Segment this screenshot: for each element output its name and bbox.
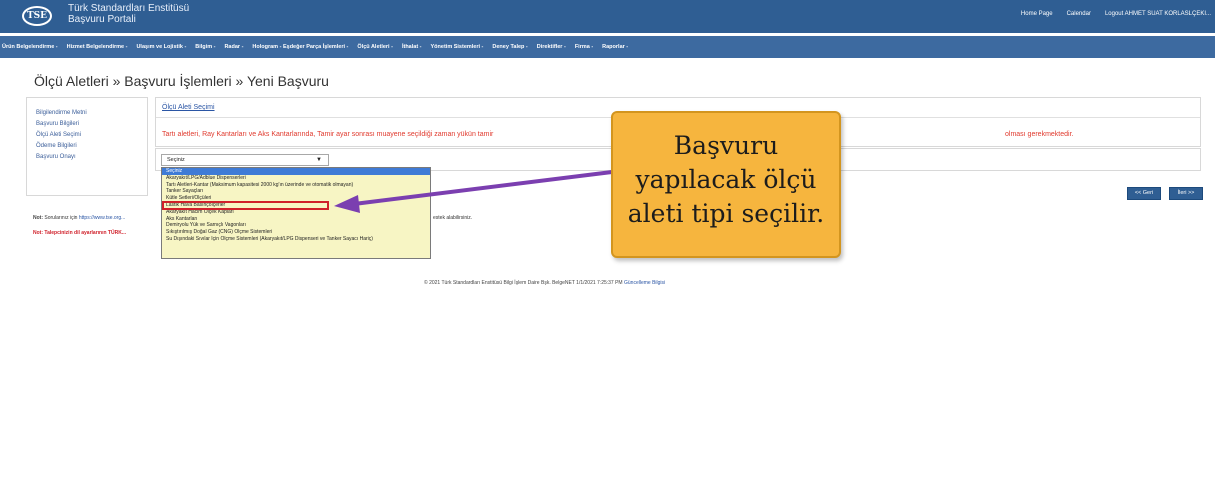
highlight-box xyxy=(162,201,329,210)
dropdown-option[interactable]: Akaryakıt/LPG/Adblue Dispenserleri xyxy=(162,175,430,182)
nav-item-yonetim-sistemleri[interactable]: Yönetim Sistemleri - xyxy=(431,44,484,50)
nav-item-urun-belgelendirme[interactable]: Ürün Belgelendirme - xyxy=(2,44,58,50)
step-olcu-aleti-secimi[interactable]: Ölçü Aleti Seçimi xyxy=(36,132,147,138)
footer: © 2021 Türk Standardları Enstitüsü Bilgi… xyxy=(424,280,665,286)
note-contact: Not: Sorularınız için https://www.tse.or… xyxy=(33,215,125,221)
next-button[interactable]: İleri >> xyxy=(1169,187,1203,200)
dropdown-option[interactable]: Demiryolu Yük ve Sarnıçlı Vagonları xyxy=(162,222,430,229)
nav-item-direktifler[interactable]: Direktifler - xyxy=(537,44,566,50)
nav-item-bilgim[interactable]: Bilgim - xyxy=(195,44,215,50)
note-link[interactable]: https://www.tse.org... xyxy=(79,215,125,221)
top-links: Home Page Calendar Logout AHMET SUAT KOR… xyxy=(1021,11,1211,17)
step-basvuru-bilgileri[interactable]: Başvuru Bilgileri xyxy=(36,121,147,127)
callout-line: aleti tipi seçilir. xyxy=(627,199,825,228)
home-page-link[interactable]: Home Page xyxy=(1021,11,1053,17)
top-header: TSE Türk Standardları Enstitüsü Başvuru … xyxy=(0,0,1215,33)
brand-title: Türk Standardları Enstitüsü xyxy=(68,3,190,14)
nav-item-raporlar[interactable]: Raporlar - xyxy=(602,44,628,50)
calendar-link[interactable]: Calendar xyxy=(1067,11,1091,17)
warning-text-end: olması gerekmektedir. xyxy=(1005,131,1074,138)
brand-subtitle: Başvuru Portali xyxy=(68,14,136,25)
panel-title: Ölçü Aleti Seçimi xyxy=(162,104,215,111)
nav-item-olcu-aletleri[interactable]: Ölçü Aletleri - xyxy=(357,44,393,50)
breadcrumb: Ölçü Aletleri » Başvuru İşlemleri » Yeni… xyxy=(34,73,329,89)
callout-line: yapılacak ölçü xyxy=(635,165,817,194)
nav-item-hologram[interactable]: Hologram - Eşdeğer Parça İşlemleri - xyxy=(252,44,348,50)
warning-text: Tartı aletleri, Ray Kantarları ve Aks Ka… xyxy=(162,131,494,138)
dropdown-option[interactable]: Tartı Aletleri-Kantar (Maksimum kapasite… xyxy=(162,182,430,189)
step-odeme-bilgileri[interactable]: Ödeme Bilgileri xyxy=(36,143,147,149)
step-bilgilendirme[interactable]: Bilgilendirme Metni xyxy=(36,110,147,116)
note-language: Not: Talepcinizin dil ayarlarının TÜRK..… xyxy=(33,230,126,236)
note-label: Not: xyxy=(33,215,43,221)
nav-item-ithalat[interactable]: İthalat - xyxy=(402,44,422,50)
step-basvuru-onayi[interactable]: Başvuru Onayı xyxy=(36,154,147,160)
nav-item-radar[interactable]: Radar - xyxy=(224,44,243,50)
dropdown-option[interactable]: Seçiniz xyxy=(162,168,430,175)
nav-item-hizmet-belgelendirme[interactable]: Hizmet Belgelendirme - xyxy=(67,44,128,50)
dropdown-option[interactable]: Sıkıştırılmış Doğal Gaz (CNG) Ölçme Sist… xyxy=(162,229,430,236)
back-button[interactable]: << Geri xyxy=(1127,187,1161,200)
footer-text: © 2021 Türk Standardları Enstitüsü Bilgi… xyxy=(424,280,623,286)
logout-link[interactable]: Logout AHMET SUAT KORLASLÇEKI... xyxy=(1105,11,1211,17)
step-menu: Bilgilendirme Metni Başvuru Bilgileri Öl… xyxy=(26,97,148,196)
main-nav: Ürün Belgelendirme - Hizmet Belgelendirm… xyxy=(0,36,1215,58)
instrument-type-select[interactable]: Seçiniz ▼ xyxy=(161,154,329,166)
annotation-callout: Başvuru yapılacak ölçü aleti tipi seçili… xyxy=(611,111,841,258)
tse-logo[interactable]: TSE xyxy=(22,6,52,26)
instrument-type-dropdown: Seçiniz Akaryakıt/LPG/Adblue Dispenserle… xyxy=(161,167,431,259)
dropdown-option[interactable]: Aks Kantarları xyxy=(162,216,430,223)
update-info-link[interactable]: Güncelleme Bilgisi xyxy=(624,280,665,286)
nav-item-firma[interactable]: Firma - xyxy=(575,44,593,50)
nav-item-ulasim-lojistik[interactable]: Ulaşım ve Lojistik - xyxy=(136,44,186,50)
callout-line: Başvuru xyxy=(673,131,779,160)
nav-item-deney-talep[interactable]: Deney Talep - xyxy=(492,44,527,50)
chevron-down-icon: ▼ xyxy=(316,157,322,163)
dropdown-option[interactable]: Su Dışındaki Sıvılar İçin Ölçme Sistemle… xyxy=(162,236,430,243)
dropdown-option[interactable]: Tanker Sayaçları xyxy=(162,188,430,195)
select-value: Seçiniz xyxy=(167,157,185,163)
note-contact-end: estek alabilirsiniz. xyxy=(433,215,473,221)
note-text: Sorularınız için xyxy=(44,215,78,221)
